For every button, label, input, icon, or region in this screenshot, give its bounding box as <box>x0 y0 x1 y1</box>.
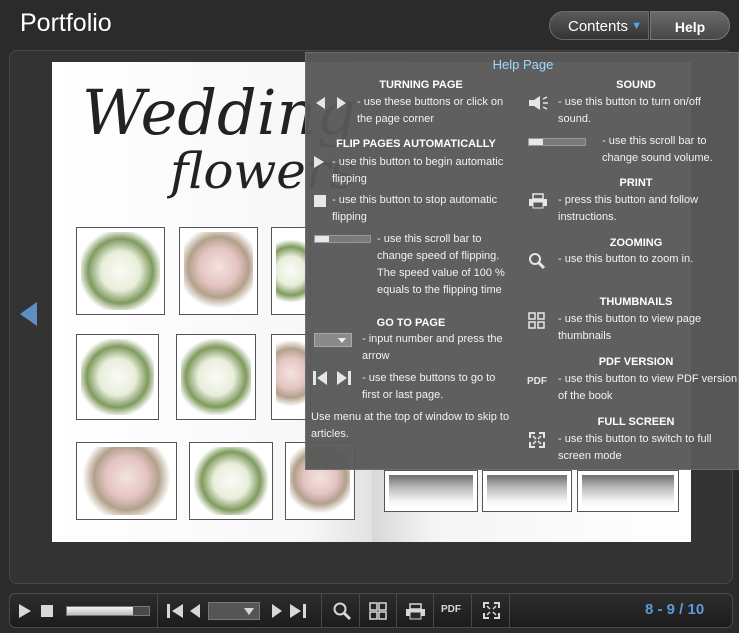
previous-page-arrow-icon[interactable] <box>20 302 37 326</box>
goto-input-text: - input number and press the arrow <box>362 333 503 362</box>
bouquet-photo <box>179 227 258 315</box>
thumbnails-icon <box>528 312 546 336</box>
pdf-icon: PDF <box>441 604 461 615</box>
goto-firstlast-text: - use these buttons to go to first or la… <box>362 372 496 401</box>
zooming-heading: ZOOMING <box>609 237 663 249</box>
help-title: Help Page <box>492 57 554 72</box>
print-text: - press this button and follow instructi… <box>558 194 699 223</box>
volume-bar-icon <box>528 138 586 146</box>
bouquet-photo <box>176 334 256 420</box>
menu-help-text: Use menu at the top of window to skip to… <box>311 411 510 440</box>
pdf-icon: PDF <box>527 376 547 387</box>
print-button[interactable] <box>397 594 434 627</box>
pdf-text: - use this button to view PDF version of… <box>558 373 738 402</box>
play-icon <box>313 155 325 175</box>
speaker-icon <box>528 95 552 117</box>
dress-photo <box>482 470 572 512</box>
bouquet-photo <box>76 227 165 315</box>
stop-icon[interactable] <box>41 605 53 617</box>
thumbnails-heading: THUMBNAILS <box>599 296 673 308</box>
goto-page-heading: GO TO PAGE <box>376 317 446 329</box>
magnifier-icon <box>528 252 546 276</box>
thumbnails-icon <box>369 602 387 620</box>
first-last-page-icon <box>312 369 354 393</box>
thumbnails-button[interactable] <box>360 594 397 627</box>
prev-next-arrows-icon <box>314 95 348 117</box>
fullscreen-text: - use this button to switch to full scre… <box>558 433 712 462</box>
autoflip-group <box>10 594 158 627</box>
chevron-down-icon <box>244 608 254 615</box>
last-page-icon[interactable] <box>288 602 308 620</box>
play-icon[interactable] <box>18 603 32 619</box>
printer-icon <box>406 603 425 620</box>
sound-toggle-text: - use this button to turn on/off sound. <box>558 96 701 125</box>
page-select-icon <box>314 333 352 347</box>
zoom-button[interactable] <box>322 594 360 627</box>
contents-label: Contents <box>568 18 629 35</box>
sound-heading: SOUND <box>616 79 656 91</box>
flip-speed-fill <box>67 607 133 615</box>
zoom-text: - use this button to zoom in. <box>558 253 694 265</box>
page-indicator: 8 - 9 / 10 <box>645 601 705 618</box>
app-title: Portfolio <box>20 9 112 37</box>
fullscreen-button[interactable] <box>472 594 510 627</box>
page-number-select[interactable] <box>208 602 260 620</box>
flip-speed-text: - use this scroll bar to change speed of… <box>377 233 505 296</box>
bottom-toolbar: PDF <box>9 593 733 628</box>
dress-photo <box>577 470 679 512</box>
turning-page-heading: TURNING PAGE <box>379 79 463 91</box>
magnifier-icon <box>333 602 352 621</box>
first-page-icon[interactable] <box>166 602 186 620</box>
next-page-icon[interactable] <box>270 602 284 620</box>
help-button[interactable]: Help <box>650 11 730 40</box>
chevron-down-icon: ▼ <box>631 20 642 32</box>
pdf-button[interactable]: PDF <box>434 594 472 627</box>
help-panel: Help Page TURNING PAGE - use these butto… <box>305 52 739 470</box>
flip-speed-slider[interactable] <box>66 606 150 616</box>
turning-page-text: - use these buttons or click on the page… <box>357 96 504 125</box>
sound-volume-text: - use this scroll bar to change sound vo… <box>602 135 713 164</box>
bouquet-photo <box>189 442 273 520</box>
contents-button[interactable]: Contents ▼ <box>549 11 649 40</box>
flip-speed-bar-icon <box>314 235 371 243</box>
flip-stop-text: - use this button to stop automatic flip… <box>332 194 498 223</box>
previous-page-icon[interactable] <box>188 602 202 620</box>
fullscreen-icon <box>483 602 500 619</box>
fullscreen-heading: FULL SCREEN <box>597 416 675 428</box>
navigation-group <box>158 594 322 627</box>
flip-auto-heading: FLIP PAGES AUTOMATICALLY <box>336 138 496 150</box>
top-bar: Portfolio Contents ▼ Help <box>0 0 739 50</box>
pdf-heading: PDF VERSION <box>598 356 674 368</box>
print-heading: PRINT <box>619 177 653 189</box>
flip-begin-text: - use this button to begin automatic fli… <box>332 156 504 185</box>
fullscreen-icon <box>529 432 545 454</box>
bouquet-photo <box>76 334 159 420</box>
bouquet-photo <box>76 442 177 520</box>
printer-icon <box>528 193 548 215</box>
dress-photo <box>384 470 478 512</box>
stop-icon <box>314 195 326 207</box>
thumbnails-text: - use this button to view page thumbnail… <box>558 313 702 342</box>
